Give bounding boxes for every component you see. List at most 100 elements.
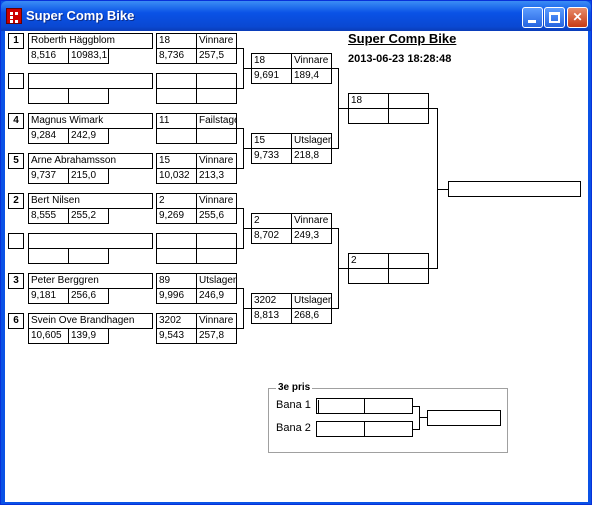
result-number[interactable]: [156, 233, 197, 249]
result-time[interactable]: [156, 88, 197, 104]
rider-name[interactable]: [28, 233, 153, 249]
seed-box[interactable]: [8, 233, 24, 249]
rider-name[interactable]: Peter Berggren: [28, 273, 153, 289]
seed-box[interactable]: 5: [8, 153, 24, 169]
connector: [338, 108, 348, 109]
rider-name[interactable]: Svein Ove Brandhagen: [28, 313, 153, 329]
semi-speed[interactable]: [388, 108, 429, 124]
result-number[interactable]: 2: [156, 193, 197, 209]
round2-number[interactable]: 15: [251, 133, 292, 149]
result-speed[interactable]: [196, 88, 237, 104]
round2-number[interactable]: 2: [251, 213, 292, 229]
result-number[interactable]: 89: [156, 273, 197, 289]
result-speed[interactable]: 213,3: [196, 168, 237, 184]
title-bar[interactable]: Super Comp Bike ✕: [1, 1, 591, 31]
result-speed[interactable]: 257,8: [196, 328, 237, 344]
seed-box[interactable]: [8, 73, 24, 89]
seed-box[interactable]: 4: [8, 113, 24, 129]
result-number[interactable]: 15: [156, 153, 197, 169]
result-time[interactable]: 9,996: [156, 288, 197, 304]
rider-time[interactable]: [28, 248, 69, 264]
result-status[interactable]: Failstage: [196, 113, 237, 129]
round2-number[interactable]: 18: [251, 53, 292, 69]
rider-time[interactable]: 8,516: [28, 48, 69, 64]
rider-speed[interactable]: 255,2: [68, 208, 109, 224]
rider-name[interactable]: Arne Abrahamsson: [28, 153, 153, 169]
semi-number[interactable]: 18: [348, 93, 389, 109]
seed-box[interactable]: 1: [8, 33, 24, 49]
rider-time[interactable]: [28, 88, 69, 104]
rider-time[interactable]: 9,181: [28, 288, 69, 304]
rider-time[interactable]: 10,605: [28, 328, 69, 344]
round2-speed[interactable]: 189,4: [291, 68, 332, 84]
result-status[interactable]: Vinnare: [196, 153, 237, 169]
round2-time[interactable]: 8,702: [251, 228, 292, 244]
semi-number[interactable]: 2: [348, 253, 389, 269]
seed-box[interactable]: 6: [8, 313, 24, 329]
result-status[interactable]: Vinnare: [196, 193, 237, 209]
rider-speed[interactable]: [68, 248, 109, 264]
rider-speed[interactable]: [68, 88, 109, 104]
rider-name[interactable]: Roberth Häggblom: [28, 33, 153, 49]
round2-status[interactable]: Vinnare: [291, 53, 332, 69]
round2-time[interactable]: 8,813: [251, 308, 292, 324]
connector: [243, 148, 251, 149]
rider-speed[interactable]: 215,0: [68, 168, 109, 184]
rider-speed[interactable]: 256,6: [68, 288, 109, 304]
result-status[interactable]: [196, 233, 237, 249]
result-status[interactable]: Utslagen: [196, 273, 237, 289]
bronze-lane-1-a[interactable]: [316, 398, 365, 414]
seed-box[interactable]: 2: [8, 193, 24, 209]
result-number[interactable]: 3202: [156, 313, 197, 329]
rider-speed[interactable]: 10983,1: [68, 48, 109, 64]
result-status[interactable]: [196, 73, 237, 89]
round2-status[interactable]: Vinnare: [291, 213, 332, 229]
result-time[interactable]: 10,032: [156, 168, 197, 184]
final-box[interactable]: [448, 181, 581, 197]
round2-number[interactable]: 3202: [251, 293, 292, 309]
result-time[interactable]: 9,269: [156, 208, 197, 224]
round2-time[interactable]: 9,691: [251, 68, 292, 84]
close-button[interactable]: ✕: [567, 7, 588, 28]
rider-time[interactable]: 9,284: [28, 128, 69, 144]
rider-name[interactable]: Bert Nilsen: [28, 193, 153, 209]
round2-speed[interactable]: 268,6: [291, 308, 332, 324]
semi-time[interactable]: [348, 108, 389, 124]
result-number[interactable]: [156, 73, 197, 89]
rider-time[interactable]: 9,737: [28, 168, 69, 184]
bronze-lane-2-b[interactable]: [364, 421, 413, 437]
round2-status[interactable]: Utslagen: [291, 293, 332, 309]
round2-time[interactable]: 9,733: [251, 148, 292, 164]
semi-speed[interactable]: [388, 268, 429, 284]
bronze-lane-1-b[interactable]: [364, 398, 413, 414]
result-status[interactable]: Vinnare: [196, 33, 237, 49]
result-number[interactable]: 18: [156, 33, 197, 49]
semi-status[interactable]: [388, 253, 429, 269]
semi-time[interactable]: [348, 268, 389, 284]
rider-speed[interactable]: 242,9: [68, 128, 109, 144]
rider-time[interactable]: 8,555: [28, 208, 69, 224]
maximize-button[interactable]: [544, 7, 565, 28]
semi-status[interactable]: [388, 93, 429, 109]
minimize-button[interactable]: [522, 7, 543, 28]
result-time[interactable]: [156, 248, 197, 264]
result-speed[interactable]: [196, 128, 237, 144]
result-number[interactable]: 11: [156, 113, 197, 129]
result-status[interactable]: Vinnare: [196, 313, 237, 329]
seed-box[interactable]: 3: [8, 273, 24, 289]
result-speed[interactable]: 246,9: [196, 288, 237, 304]
rider-speed[interactable]: 139,9: [68, 328, 109, 344]
rider-name[interactable]: Magnus Wimark: [28, 113, 153, 129]
bronze-result[interactable]: [427, 410, 501, 426]
result-speed[interactable]: [196, 248, 237, 264]
round2-status[interactable]: Utslagen: [291, 133, 332, 149]
round2-speed[interactable]: 249,3: [291, 228, 332, 244]
rider-name[interactable]: [28, 73, 153, 89]
bronze-lane-2-a[interactable]: [316, 421, 365, 437]
result-speed[interactable]: 255,6: [196, 208, 237, 224]
result-time[interactable]: 8,736: [156, 48, 197, 64]
round2-speed[interactable]: 218,8: [291, 148, 332, 164]
result-time[interactable]: 9,543: [156, 328, 197, 344]
result-time[interactable]: [156, 128, 197, 144]
result-speed[interactable]: 257,5: [196, 48, 237, 64]
